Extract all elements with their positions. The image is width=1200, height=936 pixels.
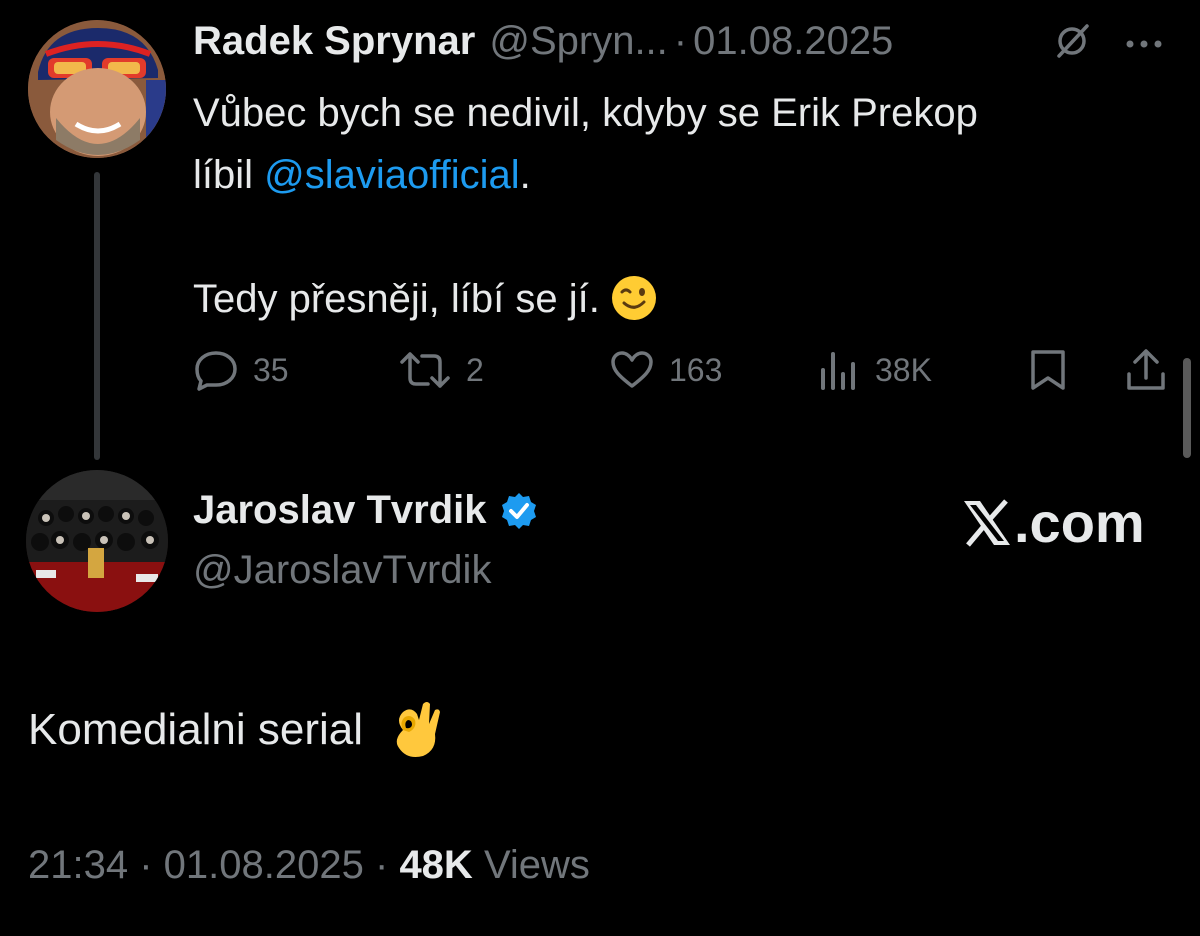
thread-connector-line xyxy=(94,172,100,460)
views-label: Views xyxy=(483,843,590,887)
author-handle[interactable]: @JaroslavTvrdik xyxy=(193,548,491,593)
author-name[interactable]: Radek Sprynar xyxy=(193,19,475,64)
more-options-icon[interactable] xyxy=(1124,36,1164,48)
repost-count: 2 xyxy=(466,351,484,388)
tweet-text-line: líbil @slaviaofficial. xyxy=(193,144,1153,206)
reply-tweet-text: Komedialni serial xyxy=(28,700,443,760)
reply-count: 35 xyxy=(253,351,289,388)
avatar-radek-sprynar[interactable] xyxy=(28,20,166,158)
tweet-text-fragment: líbil xyxy=(193,153,265,197)
watermark-suffix: .com xyxy=(1014,491,1145,554)
verified-badge-icon[interactable] xyxy=(499,491,539,531)
separator-dot: · xyxy=(673,18,688,63)
x-com-watermark: .com xyxy=(962,490,1145,555)
tweet-text-fragment: Tedy přesněji, líbí se jí. xyxy=(193,277,600,321)
share-icon xyxy=(1127,349,1165,390)
like-button[interactable]: 163 xyxy=(609,346,722,394)
tweet-date[interactable]: 01.08.2025 xyxy=(693,19,893,64)
x-logo-icon xyxy=(964,498,1010,547)
winking-face-emoji xyxy=(610,274,658,340)
separator-dot: · xyxy=(139,843,164,887)
tweet-text-fragment: . xyxy=(519,153,531,197)
repost-icon xyxy=(400,352,450,388)
reply-tweet-meta: 21:34 · 01.08.2025 · 48K Views xyxy=(28,843,590,888)
views-button[interactable]: 38K xyxy=(819,346,932,394)
bookmark-icon xyxy=(1031,350,1065,390)
tweet-text-line: Vůbec bych se nedivil, kdyby se Erik Pre… xyxy=(193,91,978,135)
reply-button[interactable]: 35 xyxy=(193,346,289,394)
scrollbar[interactable] xyxy=(1183,358,1191,458)
reply-icon xyxy=(195,351,237,391)
tweet-date[interactable]: 01.08.2025 xyxy=(164,843,364,887)
analytics-icon xyxy=(821,352,855,390)
bookmark-button[interactable] xyxy=(1029,346,1081,394)
grok-icon[interactable] xyxy=(1053,22,1091,60)
ok-hand-emoji xyxy=(396,702,441,757)
parent-tweet-actions: 35 2 163 38K xyxy=(193,346,1173,394)
mention-link[interactable]: @slaviaofficial xyxy=(264,153,520,197)
repost-button[interactable]: 2 xyxy=(398,346,484,394)
views-count: 38K xyxy=(875,351,932,388)
reply-text-content: Komedialni serial xyxy=(28,705,364,754)
tweet-time[interactable]: 21:34 xyxy=(28,843,128,887)
share-button[interactable] xyxy=(1125,346,1181,394)
separator-dot: · xyxy=(375,843,400,887)
like-count: 163 xyxy=(669,351,723,388)
heart-icon xyxy=(611,351,653,388)
author-handle[interactable]: @Spryn... xyxy=(489,19,667,64)
views-count: 48K xyxy=(399,843,473,887)
reply-author-name-row: Jaroslav Tvrdik xyxy=(193,488,539,533)
tweet-text-line: Tedy přesněji, líbí se jí. xyxy=(193,268,1153,330)
avatar-jaroslav-tvrdik[interactable] xyxy=(26,470,168,612)
parent-tweet-header: Radek Sprynar @Spryn... · 01.08.2025 xyxy=(193,16,893,66)
author-name[interactable]: Jaroslav Tvrdik xyxy=(193,488,487,533)
parent-tweet-text: Vůbec bych se nedivil, kdyby se Erik Pre… xyxy=(193,82,1153,330)
